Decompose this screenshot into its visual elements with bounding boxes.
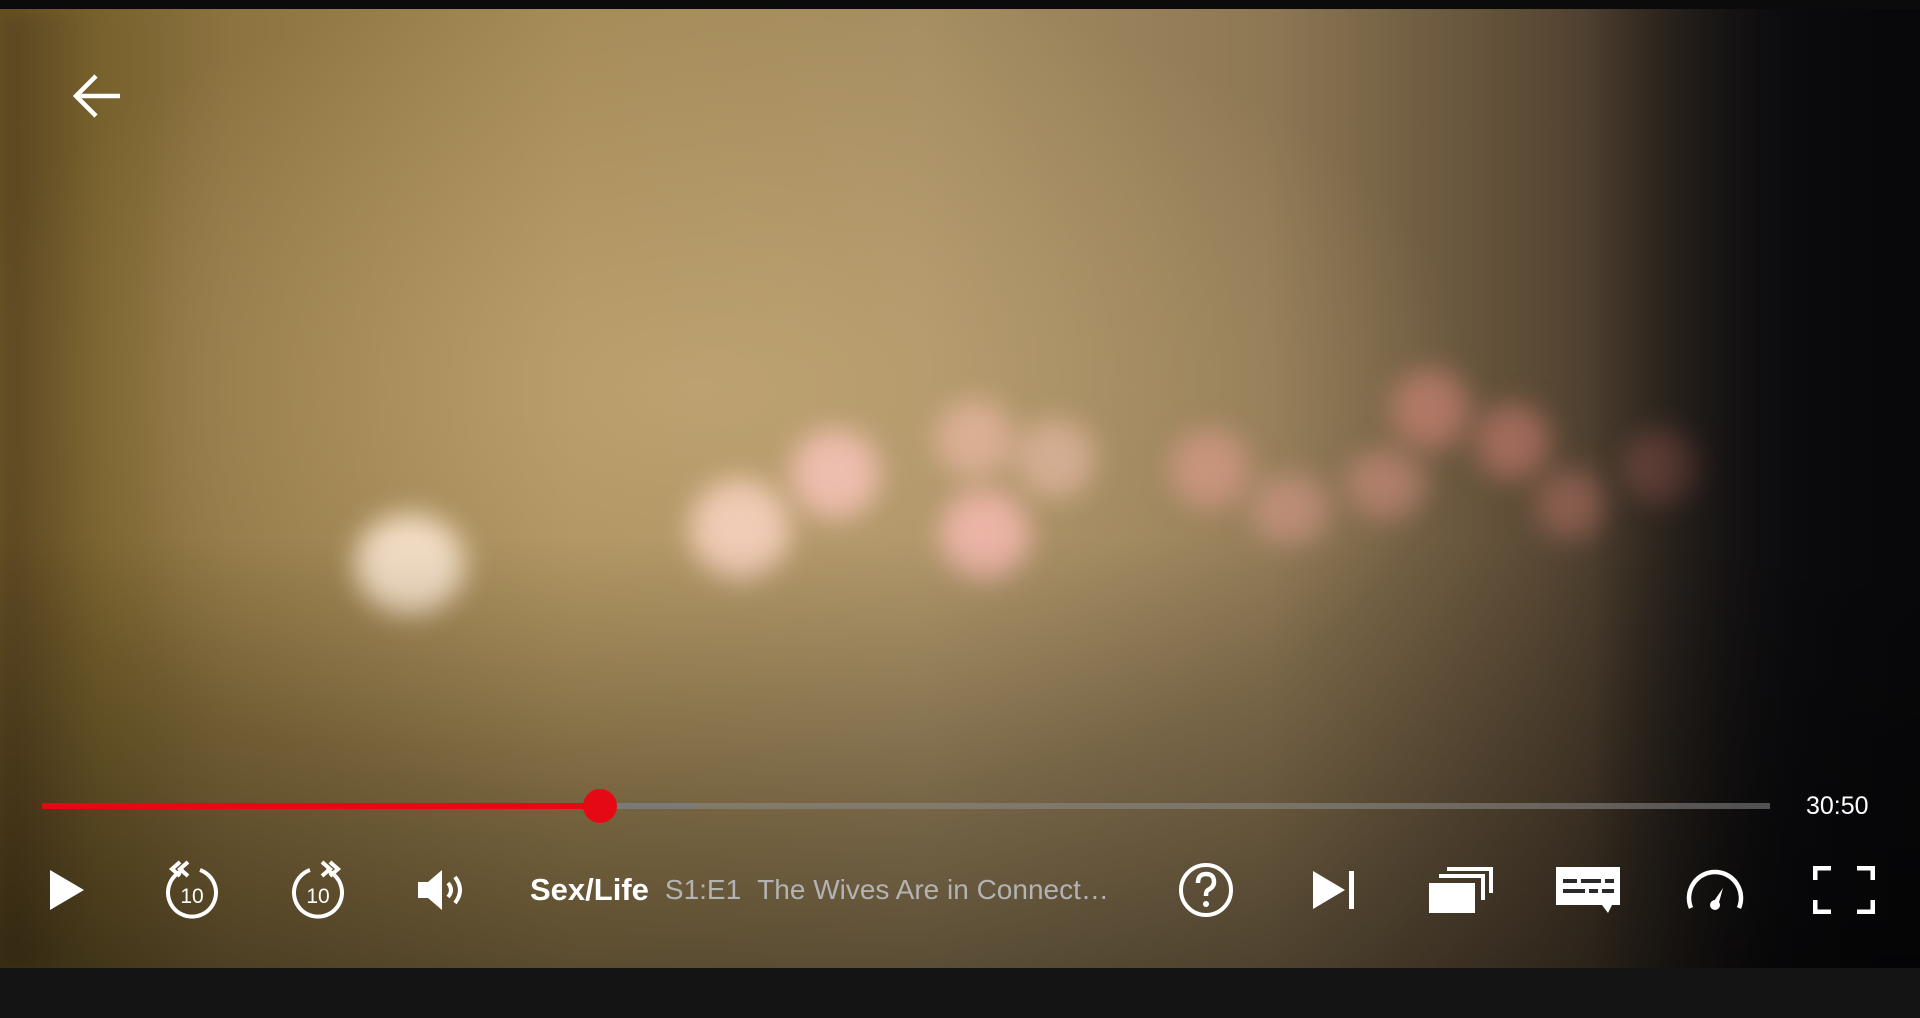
rewind-10-button[interactable]: 10 [160,858,224,922]
bokeh-light [1015,419,1095,499]
bokeh-light [935,399,1015,479]
help-icon [1179,863,1233,917]
bokeh-light [940,489,1030,579]
player-controls: 10 10 Sex/Life S1:E1 The Wives Are in Co… [0,858,1920,922]
bokeh-light [690,479,790,579]
bokeh-light [1170,429,1250,509]
window-top-edge [0,0,1920,9]
video-background-right [1590,9,1920,968]
next-episode-icon [1313,871,1354,909]
back-button[interactable] [70,70,126,122]
playback-speed-button[interactable] [1684,858,1746,922]
progress-scrubber-knob[interactable] [583,789,618,823]
play-button[interactable] [38,858,94,922]
forward-10-button[interactable]: 10 [286,858,350,922]
bokeh-light [1390,369,1470,449]
next-episode-button[interactable] [1306,858,1362,922]
bokeh-light [1345,449,1425,519]
volume-button[interactable] [412,858,472,922]
back-arrow-icon [72,74,120,118]
help-button[interactable] [1176,858,1236,922]
forward-10-label: 10 [306,885,329,908]
bokeh-light [1250,474,1330,544]
fullscreen-button[interactable] [1812,858,1876,922]
video-frame[interactable] [0,9,1920,968]
episodes-icon [1429,867,1493,913]
bokeh-light [790,429,880,519]
video-background-left [0,9,170,968]
playback-speed-icon [1686,869,1744,910]
episode-info: Sex/Life S1:E1 The Wives Are in Connect… [530,858,1120,922]
show-title: Sex/Life [530,872,649,907]
subtitles-button[interactable] [1553,858,1623,922]
bokeh-light [1625,429,1700,504]
rewind-10-icon: 10 [166,860,218,919]
rewind-10-label: 10 [180,885,203,908]
fullscreen-icon [1813,866,1875,914]
episodes-button[interactable] [1426,858,1496,922]
episode-title: The Wives Are in Connect… [757,874,1109,905]
play-icon [50,870,84,910]
forward-10-icon: 10 [292,860,344,919]
subtitles-icon [1556,867,1620,913]
time-remaining: 30:50 [1806,792,1869,820]
progress-played [42,803,601,809]
episode-number: S1:E1 [664,874,742,905]
bokeh-light [355,514,465,614]
volume-icon [418,870,462,910]
bokeh-light [1535,469,1605,539]
progress-bar[interactable] [42,789,1770,823]
bokeh-light [1475,404,1550,479]
